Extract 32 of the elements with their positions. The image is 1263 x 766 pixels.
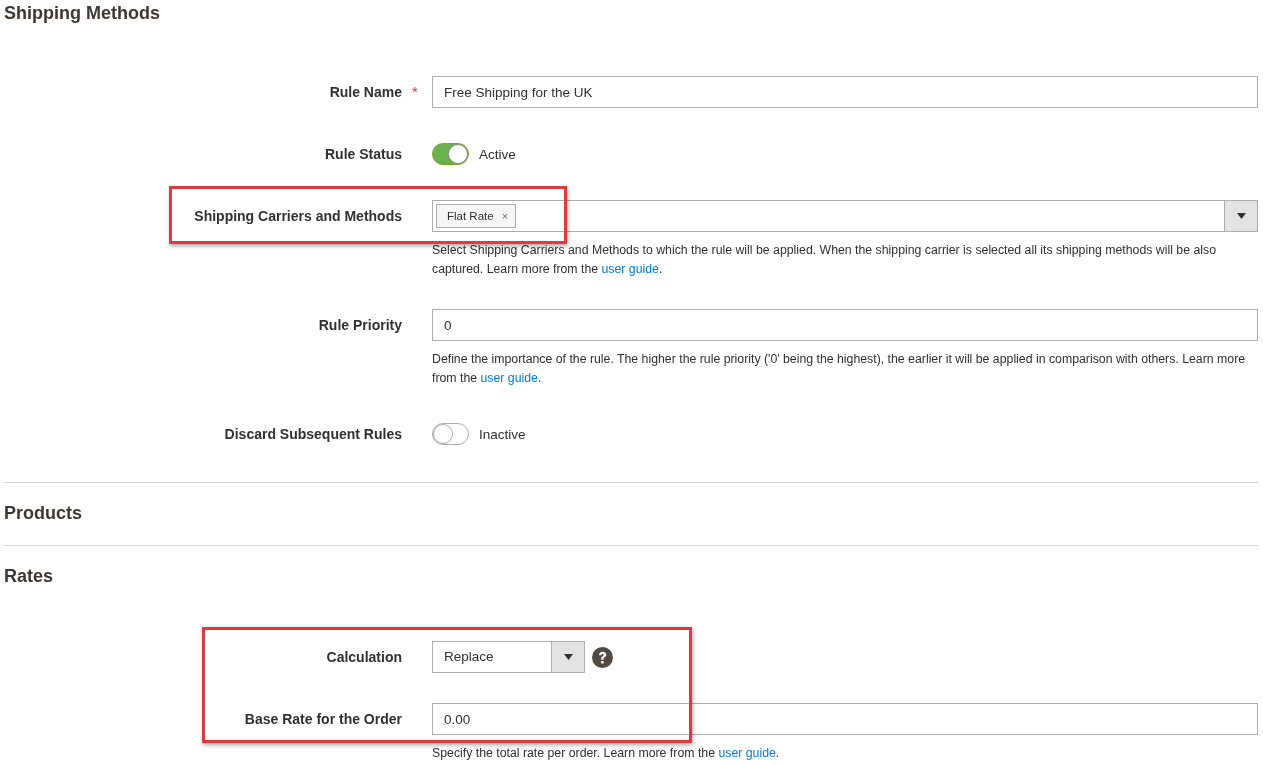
dropdown-arrow-icon [563, 654, 573, 660]
section-title: Products [4, 502, 83, 525]
section-title: Shipping Methods [4, 2, 161, 25]
field-label: Base Rate for the Order [244, 710, 402, 729]
field-note: Specify the total rate per order. Learn more from the user guide. [432, 745, 781, 762]
dropdown-arrow-icon [1236, 213, 1246, 219]
help-icon[interactable] [592, 646, 613, 668]
field-label: Discard Subsequent Rules [224, 425, 402, 444]
text-field[interactable]: 0.00 [432, 703, 1258, 735]
user-guide-link[interactable]: user guide [718, 746, 776, 760]
select-field[interactable]: Replace [432, 641, 585, 673]
required-mark: * [411, 82, 419, 102]
field-label: Rule Status [325, 145, 402, 164]
multiselect-field[interactable]: Flat Rate × [432, 200, 1258, 232]
field-label: Shipping Carriers and Methods [194, 207, 402, 226]
toggle-state-text: Inactive [479, 426, 526, 442]
field-label: Calculation [326, 648, 402, 667]
text-field[interactable]: Free Shipping for the UK [432, 76, 1258, 108]
selected-tag: Flat Rate × [436, 204, 517, 228]
field-label: Rule Priority [318, 316, 402, 335]
section-title: Rates [4, 565, 55, 588]
user-guide-link[interactable]: user guide [480, 371, 538, 385]
toggle-switch[interactable] [432, 143, 469, 165]
field-note: Define the importance of the rule. The higher the rule priority ('0' being the highest), the earlier it will be applied in comparison with others. Learn more from the user guide. [432, 351, 1247, 387]
toggle-switch[interactable] [432, 423, 469, 445]
text-field[interactable]: 0 [432, 309, 1258, 341]
toggle-state-text: Active [479, 146, 516, 162]
field-label: Rule Name [329, 83, 402, 102]
dropdown-button[interactable] [1224, 201, 1257, 231]
user-guide-link[interactable]: user guide [601, 262, 659, 276]
field-note: Select Shipping Carriers and Methods to which the rule will be applied. When the shipping carrier is selected all its shipping methods will be also captured. Learn more from the user guide. [432, 242, 1217, 278]
remove-tag-button[interactable]: × [501, 210, 509, 222]
